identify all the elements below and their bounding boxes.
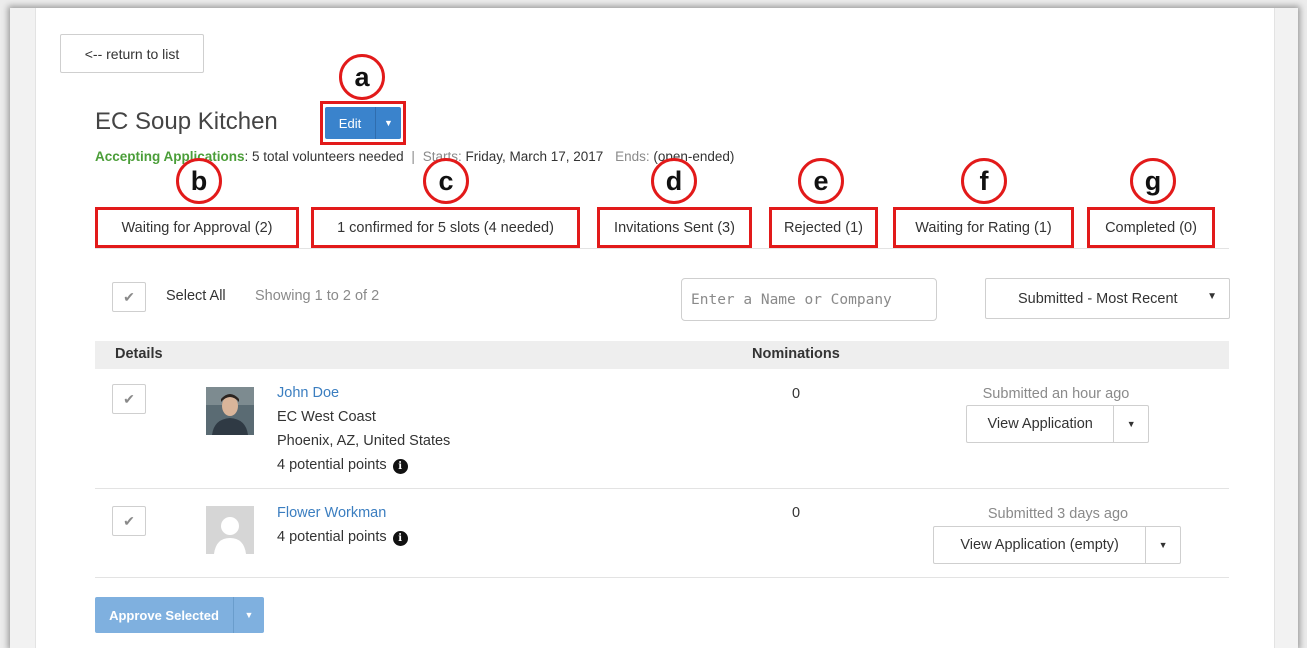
applicant-organization: EC West Coast — [277, 409, 376, 425]
search-input[interactable]: Enter a Name or Company — [681, 278, 937, 321]
caret-down-icon[interactable]: ▼ — [375, 107, 401, 139]
return-to-list-button[interactable]: <-- return to list — [60, 34, 204, 73]
submitted-time: Submitted an hour ago — [982, 386, 1130, 402]
tab-rejected[interactable]: Rejected (1) — [769, 207, 878, 248]
caret-down-icon: ▼ — [1207, 291, 1217, 302]
nominations-count: 0 — [792, 386, 801, 402]
tab-invitations-sent[interactable]: Invitations Sent (3) — [597, 207, 752, 248]
showing-count: Showing 1 to 2 of 2 — [255, 288, 380, 304]
edit-split-button[interactable]: Edit ▼ — [325, 107, 401, 139]
info-icon[interactable]: i — [392, 459, 408, 474]
applicant-name-link[interactable]: John Doe — [277, 385, 339, 401]
annotation-marker-b: b — [176, 158, 222, 204]
person-photo-icon — [206, 387, 254, 435]
left-rail — [10, 8, 36, 648]
avatar — [206, 387, 254, 435]
view-application-label[interactable]: View Application (empty) — [934, 527, 1147, 563]
select-all-checkbox[interactable]: ✔ — [112, 282, 146, 312]
annotation-marker-d: d — [651, 158, 697, 204]
annotation-marker-f: f — [961, 158, 1007, 204]
points-label: 4 potential points — [277, 457, 387, 473]
caret-down-icon[interactable]: ▼ — [233, 597, 264, 633]
table-header — [95, 341, 1229, 369]
annotation-marker-c: c — [423, 158, 469, 204]
starts-value: Friday, March 17, 2017 — [465, 149, 604, 164]
caret-down-icon[interactable]: ▼ — [1146, 527, 1180, 563]
sort-select[interactable]: Submitted - Most Recent ▼ — [985, 278, 1230, 319]
status-label: Accepting Applications — [95, 149, 245, 164]
approve-selected-label[interactable]: Approve Selected — [95, 597, 233, 633]
right-rail — [1274, 8, 1298, 648]
column-header-nominations: Nominations — [752, 346, 840, 362]
edit-button-label[interactable]: Edit — [325, 107, 375, 139]
page-title: EC Soup Kitchen — [95, 108, 278, 135]
applicant-points: 4 potential points i — [277, 457, 408, 474]
view-application-button[interactable]: View Application ▼ — [966, 405, 1149, 443]
tab-waiting-for-rating[interactable]: Waiting for Rating (1) — [893, 207, 1074, 248]
row-checkbox[interactable]: ✔ — [112, 506, 146, 536]
submitted-time: Submitted 3 days ago — [987, 506, 1129, 522]
status-detail: : 5 total volunteers needed — [244, 149, 404, 164]
caret-down-icon[interactable]: ▼ — [1114, 406, 1148, 442]
row-divider — [95, 577, 1229, 578]
tab-waiting-for-approval[interactable]: Waiting for Approval (2) — [95, 207, 299, 248]
applicant-name-link[interactable]: Flower Workman — [277, 505, 386, 521]
default-avatar-icon — [206, 506, 254, 554]
tab-confirmed[interactable]: 1 confirmed for 5 slots (4 needed) — [311, 207, 580, 248]
checkmark-icon: ✔ — [123, 512, 135, 529]
edit-highlight: Edit ▼ — [320, 101, 406, 145]
row-checkbox[interactable]: ✔ — [112, 384, 146, 414]
tab-completed[interactable]: Completed (0) — [1087, 207, 1215, 248]
nominations-count: 0 — [792, 505, 801, 521]
select-all-label[interactable]: Select All — [166, 288, 226, 304]
column-header-details: Details — [115, 346, 163, 362]
checkmark-icon: ✔ — [123, 390, 135, 407]
applicant-location: Phoenix, AZ, United States — [277, 433, 451, 449]
points-label: 4 potential points — [277, 529, 387, 545]
applicant-points: 4 potential points i — [277, 529, 408, 546]
view-application-label[interactable]: View Application — [967, 406, 1115, 442]
checkmark-icon: ✔ — [123, 288, 135, 305]
tabs-divider — [95, 248, 1229, 249]
separator: | — [411, 149, 415, 164]
view-application-button[interactable]: View Application (empty) ▼ — [933, 526, 1181, 564]
annotation-marker-a: a — [339, 54, 385, 100]
info-icon[interactable]: i — [392, 531, 408, 546]
ends-label: Ends: — [615, 149, 650, 164]
annotation-marker-e: e — [798, 158, 844, 204]
row-divider — [95, 488, 1229, 489]
approve-selected-button[interactable]: Approve Selected ▼ — [95, 597, 264, 633]
annotation-marker-g: g — [1130, 158, 1176, 204]
avatar — [206, 506, 254, 554]
sort-select-value: Submitted - Most Recent — [1018, 290, 1178, 307]
